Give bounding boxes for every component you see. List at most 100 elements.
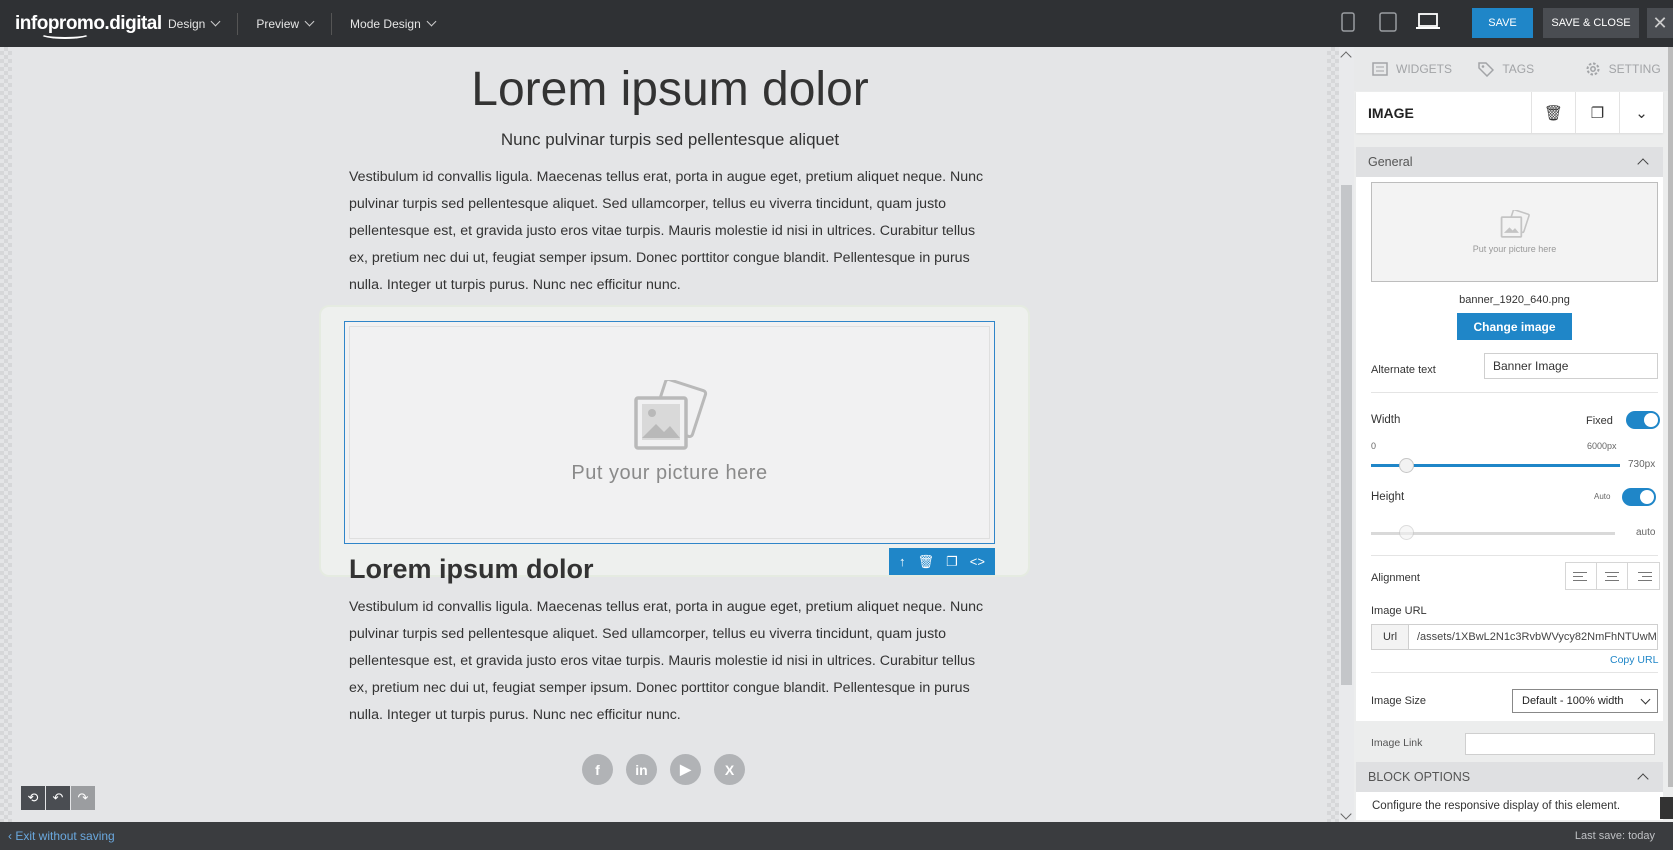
exit-without-saving-link[interactable]: ‹ Exit without saving	[8, 829, 115, 843]
menu-design[interactable]: Design	[150, 0, 237, 47]
width-label: Width	[1371, 414, 1401, 426]
tab-tags[interactable]: TAGS	[1460, 47, 1566, 91]
panel-header: IMAGE 🗑 ❐ ⌄	[1356, 92, 1663, 133]
desktop-icon[interactable]	[1416, 12, 1440, 32]
youtube-icon[interactable]: ▶	[670, 754, 701, 785]
height-slider-handle[interactable]	[1399, 525, 1414, 540]
linkedin-icon[interactable]: in	[626, 754, 657, 785]
image-placeholder[interactable]: Put your picture here	[349, 326, 990, 539]
social-icons: f in ▶ X	[582, 754, 745, 785]
properties-panel: WIDGETS TAGS SETTING IMAGE 🗑 ❐ ⌄ General…	[1354, 47, 1673, 822]
image-placeholder-icon	[1500, 210, 1530, 238]
move-up-icon[interactable]: ↑	[899, 554, 906, 569]
content-subheading[interactable]: Nunc pulvinar turpis sed pellentesque al…	[330, 130, 1010, 150]
general-section-body: Put your picture here banner_1920_640.pn…	[1356, 177, 1663, 721]
panel-scrollbar[interactable]	[1668, 47, 1673, 787]
auto-label: Auto	[1594, 492, 1611, 501]
trash-icon[interactable]: 🗑	[918, 554, 935, 570]
alt-text-input[interactable]: Banner Image	[1484, 353, 1658, 379]
panel-title: IMAGE	[1368, 104, 1414, 121]
alignment-buttons	[1565, 562, 1660, 590]
chevron-down-icon	[304, 16, 315, 27]
tab-setting[interactable]: SETTING	[1567, 47, 1673, 91]
content-heading-2[interactable]: Lorem ipsum dolor	[349, 554, 594, 585]
redo-icon[interactable]: ↷	[71, 786, 95, 810]
scroll-down-icon[interactable]	[1340, 808, 1352, 820]
image-url-input[interactable]: /assets/1XBwL2N1c3RvbWVycy82NmFhNTUwM	[1409, 625, 1657, 649]
history-icon[interactable]: ⟲	[21, 786, 45, 810]
image-url-field[interactable]: Url /assets/1XBwL2N1c3RvbWVycy82NmFhNTUw…	[1371, 624, 1658, 650]
content-heading[interactable]: Lorem ipsum dolor	[330, 62, 1010, 117]
close-button[interactable]: ✕	[1647, 8, 1673, 38]
alignment-label: Alignment	[1371, 572, 1420, 584]
menu-preview[interactable]: Preview	[238, 0, 331, 47]
width-min: 0	[1371, 441, 1377, 451]
height-value: auto	[1636, 527, 1656, 538]
image-placeholder-text: Put your picture here	[571, 462, 768, 484]
panel-corner-handle[interactable]	[1660, 797, 1673, 819]
menu-mode-design-label: Mode Design	[350, 16, 421, 31]
duplicate-icon: ❐	[1590, 104, 1605, 122]
width-max: 6000px	[1587, 441, 1617, 451]
scroll-up-icon[interactable]	[1340, 51, 1352, 63]
logo-text: infopromo.digital	[15, 12, 162, 34]
divider	[1371, 555, 1658, 556]
trash-icon: 🗑	[1543, 104, 1564, 122]
code-icon[interactable]: <>	[970, 554, 985, 569]
image-size-select[interactable]: Default - 100% width	[1512, 689, 1658, 713]
canvas-scrollbar[interactable]	[1339, 47, 1354, 822]
footer-bar: ‹ Exit without saving Last save: today	[0, 822, 1673, 850]
image-size-value: Default - 100% width	[1522, 695, 1624, 707]
menu-design-label: Design	[168, 16, 206, 31]
align-left-icon[interactable]	[1566, 563, 1597, 589]
divider	[1371, 392, 1658, 393]
tablet-icon[interactable]	[1379, 12, 1397, 32]
x-twitter-icon[interactable]: X	[714, 754, 745, 785]
tab-widgets[interactable]: WIDGETS	[1354, 47, 1460, 91]
scrollbar-thumb[interactable]	[1341, 185, 1352, 685]
panel-scrollbar-thumb[interactable]	[1668, 47, 1673, 787]
logo[interactable]: infopromo.digital	[0, 13, 162, 39]
align-center-icon[interactable]	[1597, 563, 1628, 589]
image-thumbnail[interactable]: Put your picture here	[1371, 182, 1658, 282]
image-block[interactable]: Put your picture here	[344, 321, 995, 544]
facebook-icon[interactable]: f	[582, 754, 613, 785]
align-right-icon[interactable]	[1628, 563, 1659, 589]
tab-widgets-label: WIDGETS	[1396, 62, 1452, 76]
width-fixed-toggle[interactable]	[1626, 411, 1660, 429]
chevron-down-icon	[210, 16, 221, 27]
tab-tags-label: TAGS	[1502, 62, 1535, 76]
block-options-description: Configure the responsive display of this…	[1356, 792, 1663, 820]
image-filename: banner_1920_640.png	[1459, 294, 1570, 306]
section-block-options[interactable]: BLOCK OPTIONS	[1356, 762, 1663, 792]
copy-url-link[interactable]: Copy URL	[1610, 654, 1658, 666]
save-and-close-button[interactable]: SAVE & CLOSE	[1543, 8, 1639, 38]
menu-mode-design[interactable]: Mode Design	[332, 0, 453, 47]
section-general-label: General	[1368, 155, 1413, 169]
width-value: 730px	[1628, 459, 1656, 470]
tag-icon	[1478, 62, 1495, 77]
duplicate-button[interactable]: ❐	[1575, 92, 1619, 133]
panel-tabs: WIDGETS TAGS SETTING	[1354, 47, 1673, 91]
width-slider-handle[interactable]	[1399, 458, 1414, 473]
save-button[interactable]: SAVE	[1472, 8, 1533, 38]
image-block-toolbar: ↑ 🗑 ❐ <>	[889, 548, 995, 575]
height-label: Height	[1371, 491, 1405, 503]
canvas-margin-left	[0, 47, 12, 822]
url-prefix: Url	[1372, 625, 1409, 649]
image-url-label: Image URL	[1371, 605, 1427, 617]
mobile-icon[interactable]	[1341, 12, 1355, 32]
delete-button[interactable]: 🗑	[1531, 92, 1575, 133]
menu-preview-label: Preview	[256, 16, 300, 31]
image-link-input[interactable]	[1465, 733, 1655, 755]
height-auto-toggle[interactable]	[1622, 488, 1656, 506]
content-paragraph-2[interactable]: Vestibulum id convallis ligula. Maecenas…	[349, 594, 989, 729]
chevron-down-icon	[426, 16, 437, 27]
duplicate-icon[interactable]: ❐	[946, 554, 958, 570]
content-paragraph[interactable]: Vestibulum id convallis ligula. Maecenas…	[349, 164, 989, 299]
undo-icon[interactable]: ↶	[46, 786, 70, 810]
image-size-label: Image Size	[1371, 695, 1427, 707]
collapse-button[interactable]: ⌄	[1619, 92, 1663, 133]
change-image-button[interactable]: Change image	[1457, 313, 1572, 340]
section-general[interactable]: General	[1356, 147, 1663, 177]
